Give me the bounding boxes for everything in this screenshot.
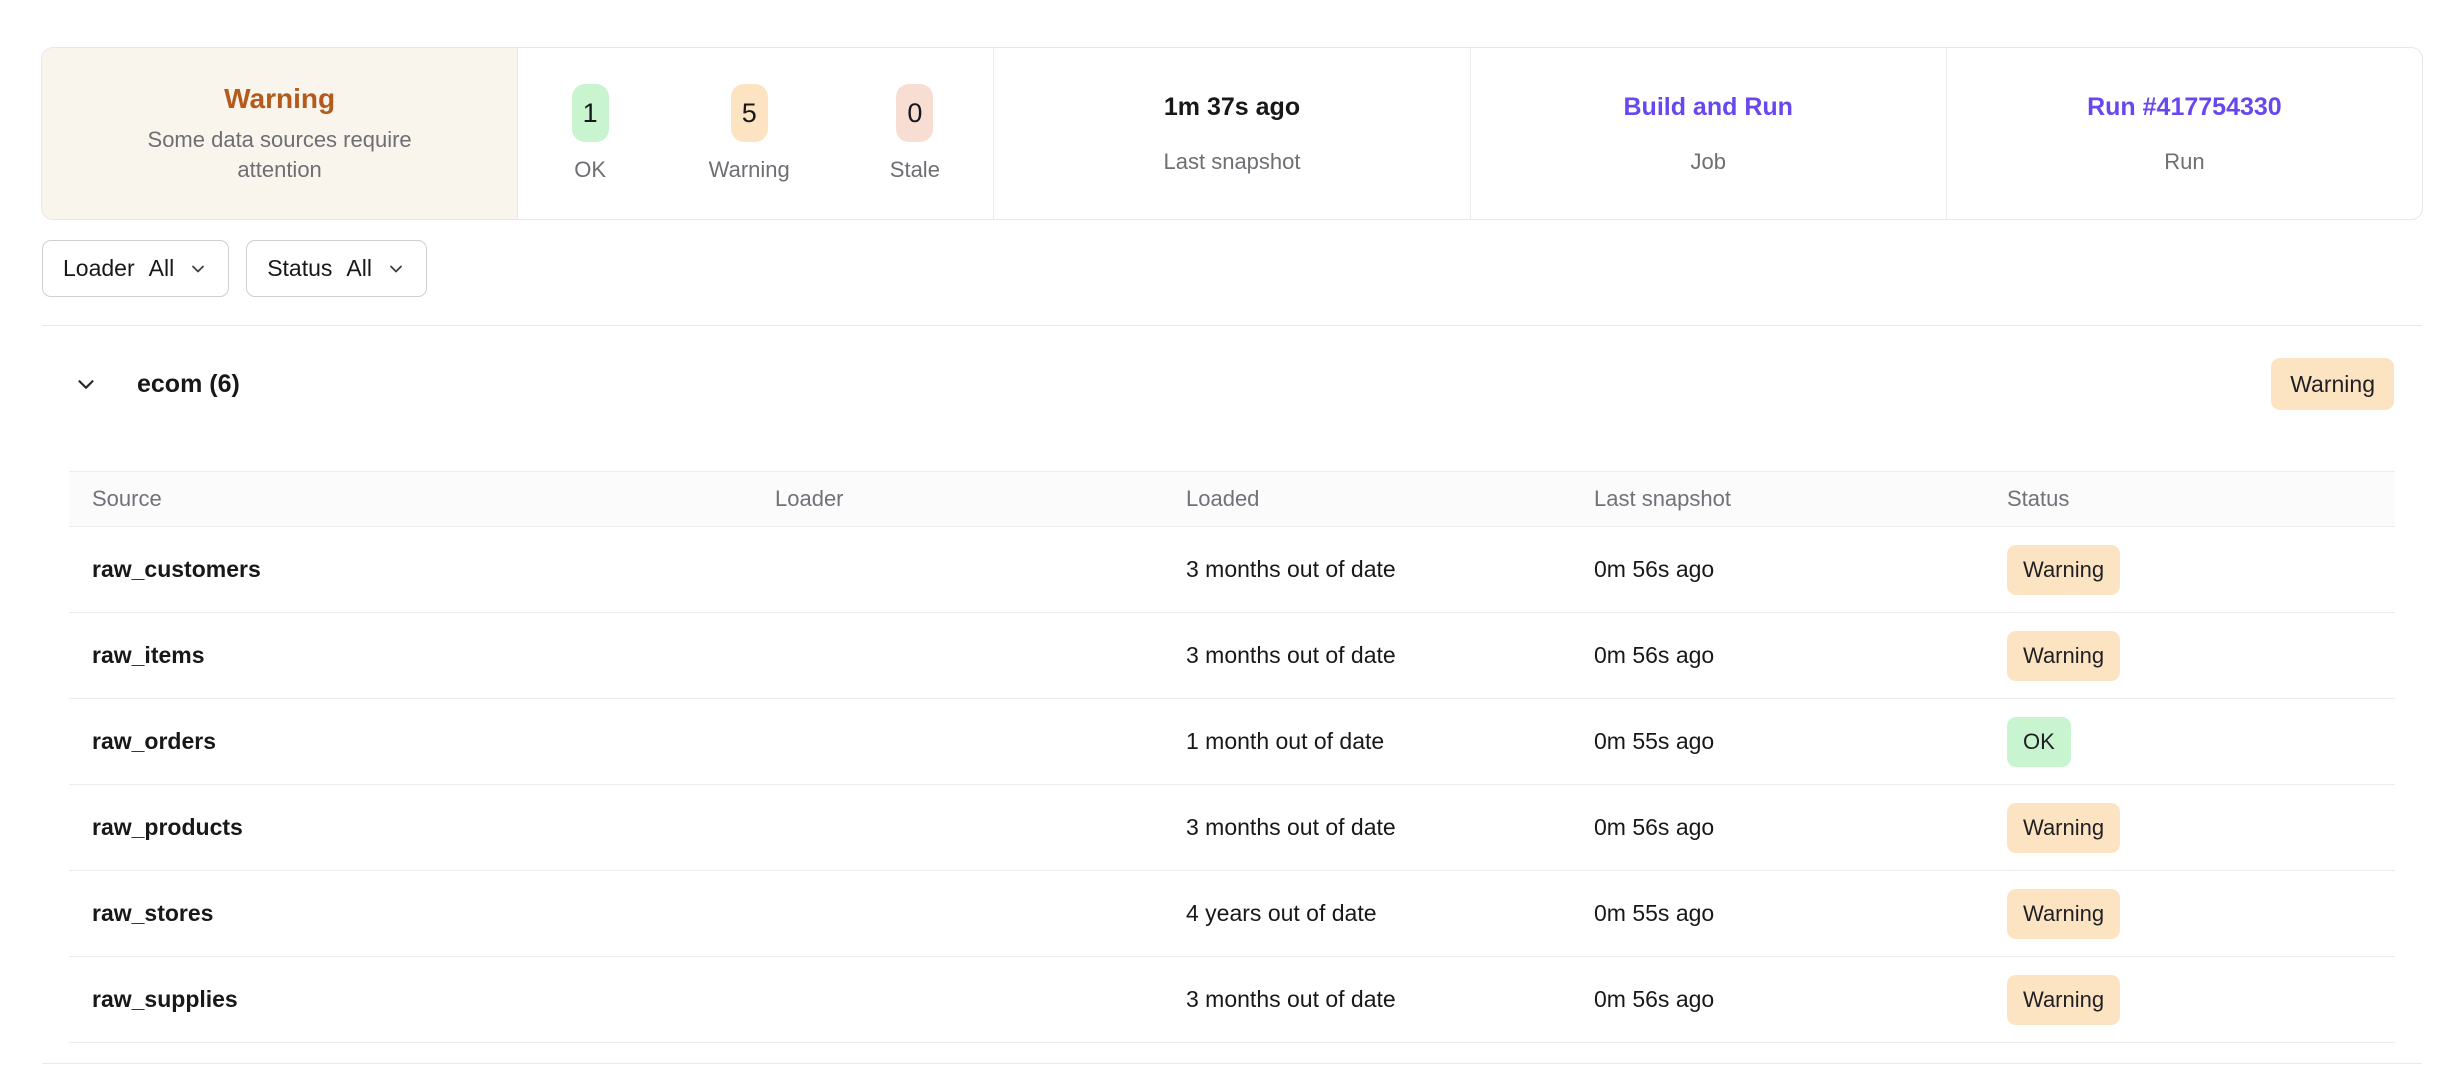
status-badge: OK (2007, 717, 2071, 767)
overall-status-subtitle: Some data sources require attention (120, 125, 440, 184)
last-snapshot-cell: 0m 56s ago (1594, 556, 2007, 583)
last-snapshot-cell: 0m 56s ago (1594, 814, 2007, 841)
loaded-cell: 3 months out of date (1186, 556, 1594, 583)
table-row[interactable]: raw_products 3 months out of date 0m 56s… (69, 785, 2395, 871)
overall-status-card: Warning Some data sources require attent… (42, 48, 518, 219)
source-name: raw_supplies (92, 986, 775, 1013)
status-badge: Warning (2007, 545, 2120, 595)
status-badge: Warning (2007, 889, 2120, 939)
table-row[interactable]: raw_customers 3 months out of date 0m 56… (69, 527, 2395, 613)
source-name: raw_products (92, 814, 775, 841)
column-header-source: Source (92, 486, 775, 512)
section-divider (42, 1063, 2422, 1064)
count-ok-badge: 1 (572, 84, 609, 142)
loader-filter-value: All (149, 255, 175, 282)
status-filter-button[interactable]: Status All (246, 240, 427, 297)
last-snapshot-cell: 0m 56s ago (1594, 642, 2007, 669)
chevron-down-icon (188, 259, 208, 279)
count-warning: 5 Warning (709, 84, 790, 183)
column-header-last-snapshot: Last snapshot (1594, 486, 2007, 512)
last-snapshot-cell: 0m 55s ago (1594, 900, 2007, 927)
loaded-cell: 4 years out of date (1186, 900, 1594, 927)
source-name: raw_stores (92, 900, 775, 927)
last-snapshot-card: 1m 37s ago Last snapshot (994, 48, 1470, 219)
loaded-cell: 1 month out of date (1186, 728, 1594, 755)
last-snapshot-cell: 0m 55s ago (1594, 728, 2007, 755)
table-header-row: Source Loader Loaded Last snapshot Statu… (69, 471, 2395, 527)
group-title: ecom (6) (137, 370, 240, 399)
count-warning-label: Warning (709, 157, 790, 183)
run-label: Run (2164, 149, 2204, 175)
status-filter-label: Status (267, 255, 332, 282)
count-warning-badge: 5 (731, 84, 768, 142)
chevron-down-icon[interactable] (73, 371, 99, 397)
group-header-ecom[interactable]: ecom (6) Warning (69, 352, 2394, 416)
status-badge: Warning (2007, 803, 2120, 853)
last-snapshot-label: Last snapshot (1164, 149, 1301, 175)
count-ok-label: OK (574, 157, 606, 183)
count-stale-label: Stale (890, 157, 940, 183)
run-link[interactable]: Run #417754330 (2087, 93, 2282, 122)
loader-filter-button[interactable]: Loader All (42, 240, 229, 297)
sources-table: Source Loader Loaded Last snapshot Statu… (69, 471, 2395, 1043)
column-header-loader: Loader (775, 486, 1186, 512)
source-name: raw_items (92, 642, 775, 669)
table-row[interactable]: raw_orders 1 month out of date 0m 55s ag… (69, 699, 2395, 785)
status-badge: Warning (2007, 631, 2120, 681)
count-ok: 1 OK (572, 84, 609, 183)
status-badge: Warning (2007, 975, 2120, 1025)
job-label: Job (1690, 149, 1725, 175)
loaded-cell: 3 months out of date (1186, 642, 1594, 669)
column-header-status: Status (2007, 486, 2395, 512)
filter-bar: Loader All Status All (42, 240, 427, 297)
status-counts-card: 1 OK 5 Warning 0 Stale (518, 48, 994, 219)
loaded-cell: 3 months out of date (1186, 986, 1594, 1013)
column-header-loaded: Loaded (1186, 486, 1594, 512)
count-stale-badge: 0 (896, 84, 933, 142)
source-name: raw_orders (92, 728, 775, 755)
table-row[interactable]: raw_items 3 months out of date 0m 56s ag… (69, 613, 2395, 699)
group-status-badge: Warning (2271, 358, 2394, 410)
chevron-down-icon (386, 259, 406, 279)
table-row[interactable]: raw_supplies 3 months out of date 0m 56s… (69, 957, 2395, 1043)
count-stale: 0 Stale (890, 84, 940, 183)
last-snapshot-cell: 0m 56s ago (1594, 986, 2007, 1013)
status-filter-value: All (346, 255, 372, 282)
loader-filter-label: Loader (63, 255, 135, 282)
run-card: Run #417754330 Run (1947, 48, 2422, 219)
source-name: raw_customers (92, 556, 775, 583)
summary-strip: Warning Some data sources require attent… (41, 47, 2423, 220)
section-divider (42, 325, 2422, 326)
last-snapshot-value: 1m 37s ago (1164, 93, 1300, 122)
loaded-cell: 3 months out of date (1186, 814, 1594, 841)
overall-status-title: Warning (224, 83, 335, 115)
job-link[interactable]: Build and Run (1624, 93, 1793, 122)
status-counts: 1 OK 5 Warning 0 Stale (572, 84, 940, 183)
job-card: Build and Run Job (1471, 48, 1947, 219)
table-row[interactable]: raw_stores 4 years out of date 0m 55s ag… (69, 871, 2395, 957)
